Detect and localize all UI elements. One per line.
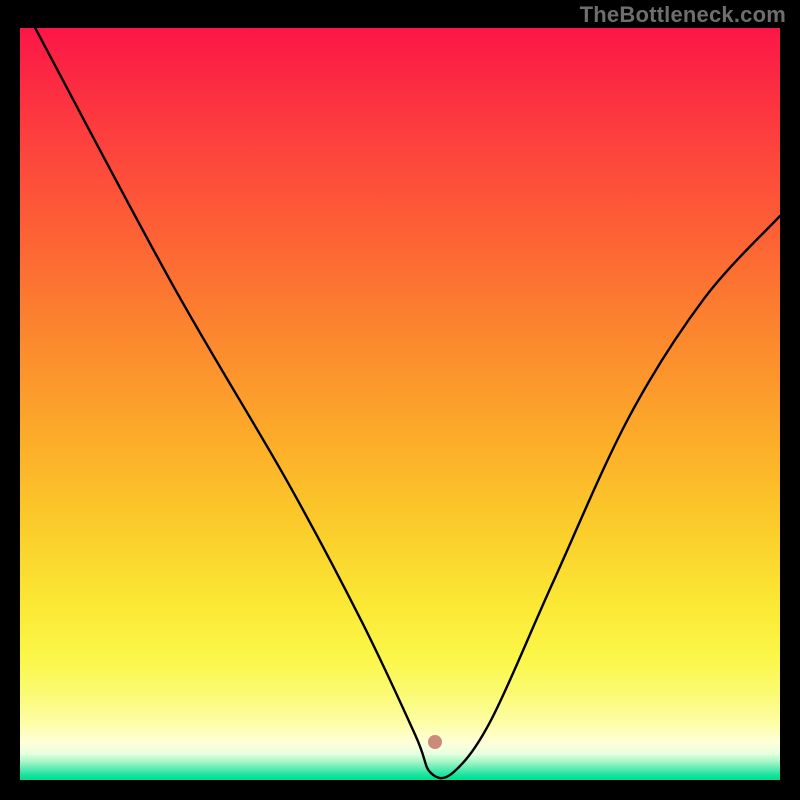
bottleneck-curve	[35, 28, 780, 778]
chart-frame: TheBottleneck.com	[0, 0, 800, 800]
curve-svg	[20, 28, 780, 780]
plot-area	[20, 28, 780, 780]
min-marker	[428, 735, 442, 749]
watermark: TheBottleneck.com	[580, 2, 786, 28]
